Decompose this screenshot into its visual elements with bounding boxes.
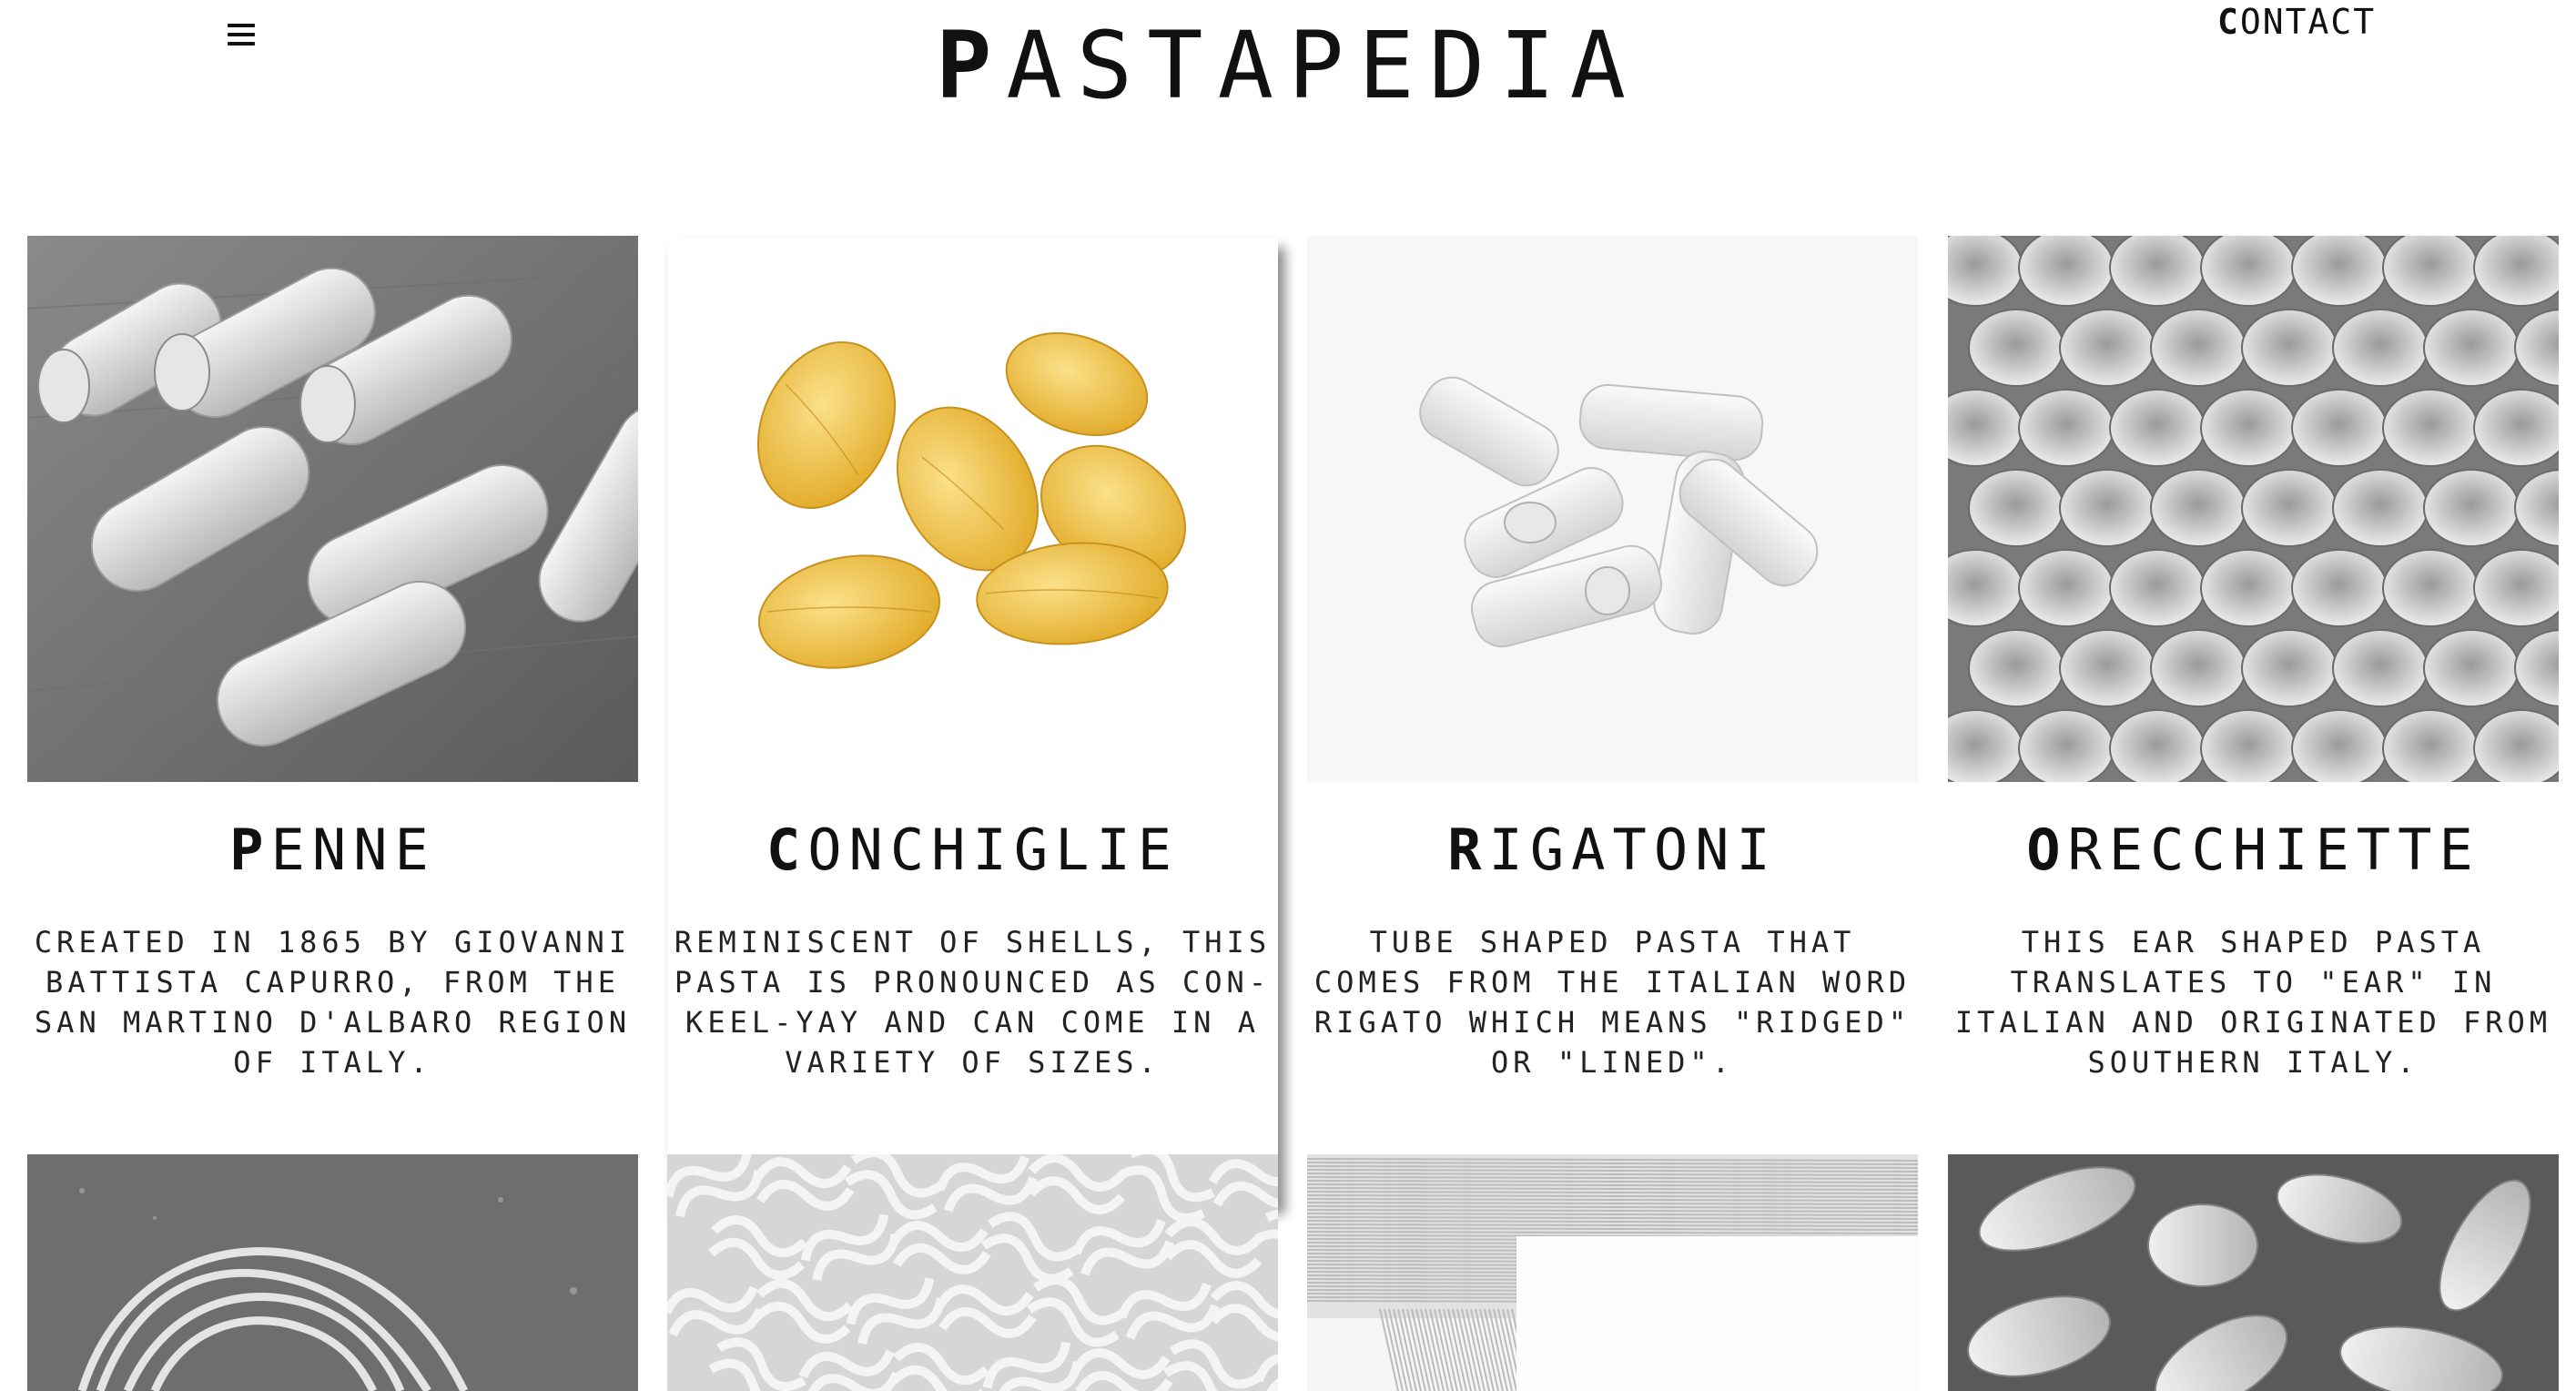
pasta-name: CONCHIGLIE xyxy=(667,818,1278,882)
orecchiette-piece xyxy=(2200,389,2297,467)
tagliatelle-image xyxy=(27,1154,638,1391)
orecchiette-piece xyxy=(2200,709,2297,782)
pasta-description: Tube shaped pasta that comes from the It… xyxy=(1313,925,1912,1080)
pasta-name: ORECCHIETTE xyxy=(1948,818,2559,882)
pasta-name-rest: ENNE xyxy=(270,817,436,883)
pasta-card-penne[interactable]: PENNE Created in 1865 by Giovanni Battis… xyxy=(27,236,638,1080)
pasta-description: This ear shaped pasta translates to "ear… xyxy=(1954,925,2552,1080)
orecchiette-piece xyxy=(2018,709,2115,782)
orecchiette-piece xyxy=(2059,309,2155,387)
orecchiette-piece xyxy=(2332,309,2429,387)
orecchiette-piece xyxy=(2382,549,2479,627)
spaghetti-image xyxy=(1307,1154,1918,1391)
orecchiette-piece xyxy=(2200,236,2297,307)
orecchiette-piece xyxy=(1968,469,2064,547)
orecchiette-piece xyxy=(2018,549,2115,627)
pasta-card-spaghetti[interactable] xyxy=(1307,1154,1918,1391)
orecchiette-piece xyxy=(2382,709,2479,782)
orecchiette-piece xyxy=(2473,549,2559,627)
orecchiette-piece xyxy=(2382,389,2479,467)
orecchiette-piece xyxy=(2109,236,2206,307)
orecchiette-piece xyxy=(2291,236,2388,307)
orecchiette-piece xyxy=(2018,236,2115,307)
penne-image xyxy=(27,236,638,782)
pasta-name-initial: O xyxy=(2026,817,2068,883)
orecchiette-piece xyxy=(2241,309,2338,387)
orecchiette-piece xyxy=(2382,236,2479,307)
orecchiette-piece xyxy=(2109,709,2206,782)
orecchiette-piece xyxy=(2150,629,2246,707)
orecchiette-piece xyxy=(2150,309,2246,387)
orecchiette-piece xyxy=(2423,309,2520,387)
orecchiette-piece xyxy=(2150,469,2246,547)
orecchiette-piece xyxy=(2291,709,2388,782)
pasta-name: RIGATONI xyxy=(1307,818,1918,882)
pasta-name: PENNE xyxy=(27,818,638,882)
orecchiette-piece xyxy=(2423,629,2520,707)
pasta-name-initial: R xyxy=(1447,817,1489,883)
fusilli-image xyxy=(667,1154,1278,1391)
pasta-card-rigatoni[interactable]: RIGATONI Tube shaped pasta that comes fr… xyxy=(1307,236,1918,1080)
orecchiette-piece xyxy=(2332,469,2429,547)
contact-link[interactable]: CONTACT xyxy=(2217,2,2376,42)
orecchiette-piece xyxy=(2241,469,2338,547)
orecchiette-piece xyxy=(2423,469,2520,547)
pasta-name-rest: RECCHIETTE xyxy=(2067,817,2480,883)
orecchiette-piece xyxy=(2291,549,2388,627)
cavatelli-image xyxy=(1948,1154,2559,1391)
orecchiette-piece xyxy=(2109,549,2206,627)
pasta-card-fusilli[interactable] xyxy=(667,1154,1278,1391)
orecchiette-piece xyxy=(1968,629,2064,707)
pasta-name-rest: IGATONI xyxy=(1488,817,1778,883)
orecchiette-piece xyxy=(2473,389,2559,467)
pasta-name-initial: C xyxy=(766,817,808,883)
orecchiette-piece xyxy=(2109,389,2206,467)
site-logo[interactable]: PASTAPEDIA xyxy=(0,20,2576,113)
orecchiette-piece xyxy=(2059,469,2155,547)
contact-initial: C xyxy=(2217,2,2240,42)
contact-rest: ONTACT xyxy=(2239,2,2377,42)
rigatoni-image xyxy=(1307,236,1918,782)
orecchiette-piece xyxy=(2059,629,2155,707)
logo-initial: P xyxy=(935,12,1007,120)
orecchiette-piece xyxy=(2018,389,2115,467)
orecchiette-image xyxy=(1948,236,2559,782)
pasta-card-orecchiette[interactable]: ORECCHIETTE This ear shaped pasta transl… xyxy=(1948,236,2559,1080)
pasta-name-initial: P xyxy=(229,817,271,883)
orecchiette-piece xyxy=(1968,309,2064,387)
pasta-name-rest: ONCHIGLIE xyxy=(807,817,1180,883)
pasta-card-cavatelli[interactable] xyxy=(1948,1154,2559,1391)
pasta-description: Created in 1865 by Giovanni Battista Cap… xyxy=(34,925,632,1080)
conchiglie-image xyxy=(667,239,1278,785)
pasta-card-conchiglie[interactable]: CONCHIGLIE Reminiscent of shells, this p… xyxy=(667,239,1278,1205)
orecchiette-piece xyxy=(2291,389,2388,467)
page: PASTAPEDIA CONTACT PENNE CREATED IN 1865… xyxy=(0,0,2576,1391)
pasta-card-tagliatelle[interactable] xyxy=(27,1154,638,1391)
pasta-description: Reminiscent of shells, this pasta is pro… xyxy=(674,925,1272,1080)
orecchiette-piece xyxy=(2332,629,2429,707)
orecchiette-piece xyxy=(2200,549,2297,627)
orecchiette-piece xyxy=(2241,629,2338,707)
logo-rest: ASTAPEDIA xyxy=(1006,12,1641,120)
